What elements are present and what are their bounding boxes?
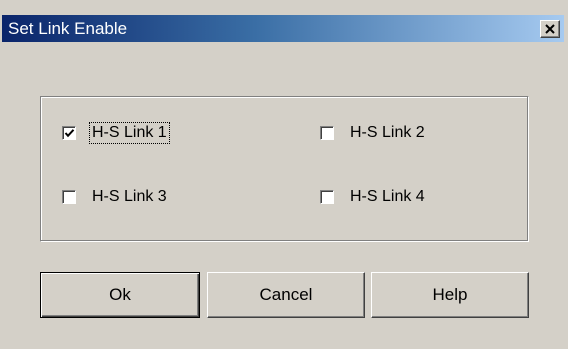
set-link-enable-dialog: Set Link Enable H-S Link 1 H-S Link 2 H-… xyxy=(0,0,568,349)
checkbox-label[interactable]: H-S Link 1 xyxy=(89,122,170,144)
cancel-button[interactable]: Cancel xyxy=(207,272,365,318)
checkbox-box[interactable] xyxy=(62,126,76,140)
checkbox-label[interactable]: H-S Link 2 xyxy=(348,123,427,143)
ok-button[interactable]: Ok xyxy=(40,272,200,318)
help-button[interactable]: Help xyxy=(371,272,529,318)
checkbox-hs-link-4[interactable]: H-S Link 4 xyxy=(320,186,427,208)
checkbox-hs-link-1[interactable]: H-S Link 1 xyxy=(62,122,170,144)
close-button[interactable] xyxy=(540,20,560,38)
close-x-icon xyxy=(545,24,555,34)
checkbox-box[interactable] xyxy=(62,190,76,204)
checkbox-hs-link-3[interactable]: H-S Link 3 xyxy=(62,186,169,208)
title-bar[interactable]: Set Link Enable xyxy=(2,15,564,42)
checkbox-box[interactable] xyxy=(320,126,334,140)
checkmark-icon xyxy=(64,129,75,138)
checkbox-box[interactable] xyxy=(320,190,334,204)
checkbox-label[interactable]: H-S Link 3 xyxy=(90,187,169,207)
checkbox-label[interactable]: H-S Link 4 xyxy=(348,187,427,207)
window-title: Set Link Enable xyxy=(8,19,128,38)
checkbox-hs-link-2[interactable]: H-S Link 2 xyxy=(320,122,427,144)
link-options-group xyxy=(40,96,529,242)
